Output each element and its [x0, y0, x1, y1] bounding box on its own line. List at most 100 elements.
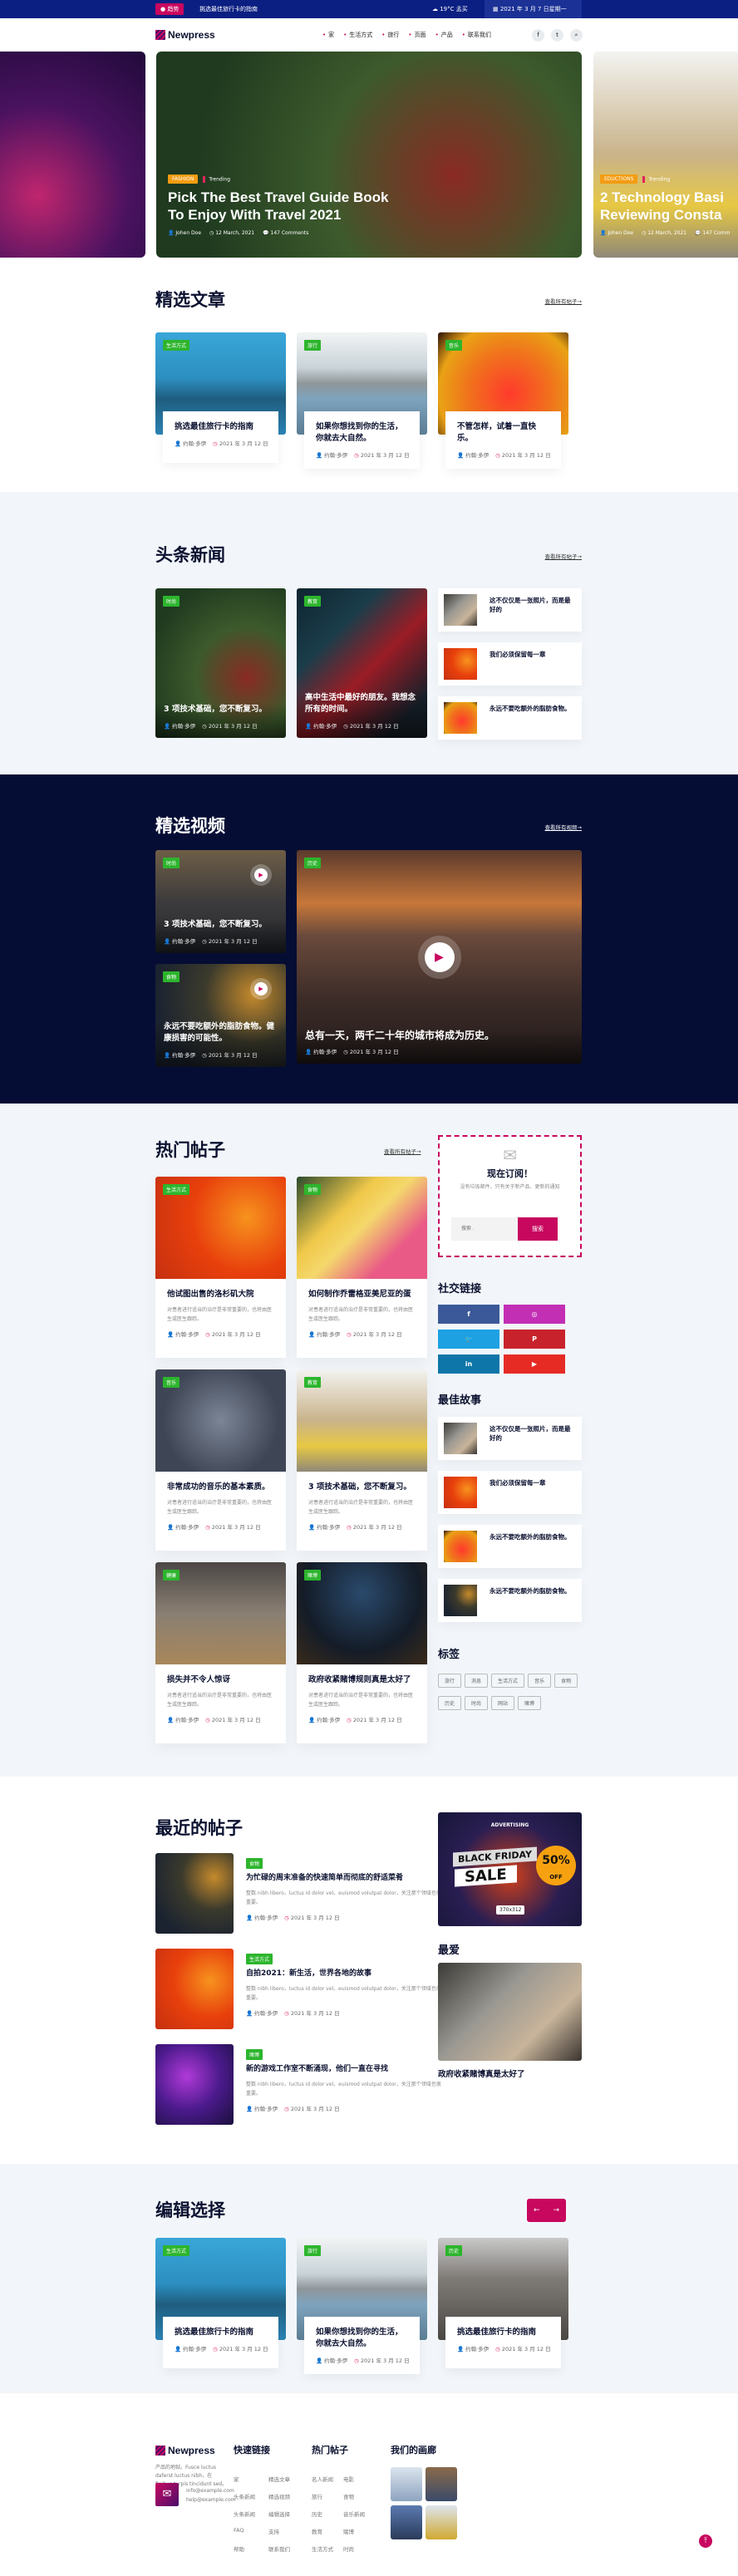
thumbnail[interactable] — [444, 648, 477, 680]
article-card[interactable]: 旅行 如果你想找到你的生活，你就去大自然。 👤 约翰·多伊 ◷ 2021 年 3 月 12… — [297, 332, 427, 469]
headline-list-item[interactable]: 永远不要吃额外的脂肪食物。 — [438, 696, 582, 740]
video-title[interactable]: 3 项技术基础，您不断复习。 — [164, 919, 278, 931]
author-name[interactable]: 约翰·多伊 — [254, 1915, 278, 1921]
category-tag[interactable]: 时尚 — [163, 596, 180, 607]
article-card[interactable]: 生活方式 挑选最佳旅行卡的指南 👤 约翰·多伊 ◷ 2021 年 3 月 12 日 — [155, 332, 286, 469]
post-image[interactable]: 音乐 — [155, 1369, 286, 1472]
gallery-image[interactable] — [391, 2505, 422, 2539]
category-tag[interactable]: 旅行 — [304, 2245, 322, 2256]
tag-chip[interactable]: 时尚 — [465, 1696, 489, 1710]
thumbnail[interactable] — [444, 702, 477, 734]
category-tag[interactable]: 生活方式 — [163, 340, 190, 351]
author[interactable]: 👤 约翰·多伊 — [175, 2344, 206, 2352]
hero-title-line[interactable]: 2 Technology Basi — [600, 189, 730, 206]
advertising-banner[interactable]: ADVERTISING BLACK FRIDAY SALE 50% OFF 370… — [438, 1812, 582, 1926]
footer-link[interactable]: 历史 — [312, 2510, 343, 2518]
play-button[interactable]: ▶ — [424, 941, 455, 972]
best-story-item[interactable]: 我们必须保留每一章 — [438, 1471, 582, 1514]
post-image[interactable]: 赌博 — [297, 1562, 427, 1664]
post-title[interactable]: 损失并不令人惊讶 — [167, 1674, 276, 1686]
post-card[interactable]: 教育 3 项技术基础，您不断复习。 对患者进行适当的治疗是非常重要的，也将由医生或医… — [297, 1369, 427, 1551]
post-card[interactable]: 赌博 政府收紧赌博规则真是太好了 对患者进行适当的治疗是非常重要的，也将由医生或医生… — [297, 1562, 427, 1743]
author-name[interactable]: 约翰·多伊 — [313, 1049, 337, 1055]
author-name[interactable]: 约翰·多伊 — [175, 1717, 199, 1723]
post-card[interactable]: 健康 损失并不令人惊讶 对患者进行适当的治疗是非常重要的，也将由医生或医生跟踪。 👤 约… — [155, 1562, 286, 1743]
footer-email[interactable]: help@example.com — [186, 2495, 236, 2505]
footer-link[interactable]: 帮助 — [234, 2544, 268, 2553]
footer-link[interactable]: 头条新闻 — [234, 2510, 268, 2518]
pinterest-icon-button[interactable]: P — [504, 1330, 565, 1349]
view-all-link[interactable]: 查看所有帖子→ — [545, 552, 582, 560]
author[interactable]: 👤 约翰·多伊 — [167, 1715, 199, 1723]
recent-post-image[interactable] — [155, 1853, 234, 1934]
author-name[interactable]: 约翰·多伊 — [465, 452, 489, 459]
favorite-caption[interactable]: 政府收紧赌博真是太好了 — [438, 2067, 525, 2079]
thumbnail[interactable] — [444, 1585, 477, 1616]
footer-link[interactable]: 时尚 — [343, 2544, 378, 2553]
article-title[interactable]: 高中生活中最好的朋友。我想念所有的时间。 — [305, 692, 419, 715]
trending-headline-link[interactable]: 挑选最佳旅行卡的指南 — [199, 0, 258, 18]
video-card[interactable]: 食物 ▶ 永远不要吃额外的脂肪食物。健康损害的可能性。 👤 约翰·多伊 ◷ 2021 年 3… — [155, 964, 286, 1067]
post-title[interactable]: 政府收紧赌博规则真是太好了 — [308, 1674, 417, 1686]
category-tag[interactable]: 旅行 — [304, 340, 322, 351]
tag-chip[interactable]: 生活方式 — [491, 1674, 525, 1688]
author-name[interactable]: 约翰·多伊 — [317, 1524, 340, 1531]
hero-slide-next[interactable]: EDUCTIONS Trending 2 Technology Basi Revi… — [593, 52, 738, 258]
post-title[interactable]: 非常成功的音乐的基本素质。 — [167, 1482, 276, 1493]
category-tag[interactable]: FASHION — [168, 175, 199, 184]
post-image[interactable]: 生活方式 — [155, 1177, 286, 1279]
article-title[interactable]: 如果你想找到你的生活，你就去大自然。 — [316, 421, 408, 445]
comments-count[interactable]: 💬 147 Comm — [695, 230, 730, 236]
hero-title-line[interactable]: Pick The Best Travel Guide Book — [168, 189, 388, 206]
category-tag[interactable]: 教育 — [304, 1377, 322, 1388]
post-image[interactable]: 教育 — [297, 1369, 427, 1472]
author[interactable]: 👤 约翰·多伊 — [167, 1522, 199, 1531]
author[interactable]: 👤 约翰·多伊 — [305, 1047, 337, 1055]
category-tag[interactable]: 历史 — [445, 2245, 463, 2256]
category-tag[interactable]: 赌博 — [246, 2049, 263, 2060]
article-title[interactable]: 挑选最佳旅行卡的指南 — [175, 421, 267, 433]
footer-link[interactable]: 精选视频 — [268, 2492, 303, 2500]
post-title[interactable]: 如何制作乔雷格亚美尼亚的蛋 — [308, 1289, 417, 1300]
author[interactable]: 👤 约翰·多伊 — [164, 721, 195, 730]
author-name[interactable]: 约翰·多伊 — [183, 440, 206, 447]
recent-post-image[interactable] — [155, 1949, 234, 2029]
author-name[interactable]: 约翰·多伊 — [172, 1052, 195, 1059]
author-name[interactable]: 约翰·多伊 — [324, 2357, 347, 2364]
nav-item[interactable]: • 产品 — [435, 18, 453, 52]
footer-link[interactable]: 旅行 — [312, 2492, 343, 2500]
author[interactable]: 👤 约翰·多伊 — [305, 721, 337, 730]
footer-link[interactable]: 食物 — [343, 2492, 378, 2500]
view-all-videos-link[interactable]: 查看所有视频→ — [545, 823, 582, 831]
footer-link[interactable]: 家 — [234, 2475, 268, 2483]
view-all-link[interactable]: 查看所有帖子→ — [384, 1147, 421, 1155]
author[interactable]: 👤 Johen Doe — [168, 230, 201, 236]
author-name[interactable]: 约翰·多伊 — [175, 1524, 199, 1531]
post-title[interactable]: 他试图出售的洛杉矶大院 — [167, 1289, 276, 1300]
instagram-icon-button[interactable]: ◎ — [504, 1305, 565, 1324]
tag-chip[interactable]: 食物 — [554, 1674, 578, 1688]
recent-post-title[interactable]: 为忙碌的周末准备的快速简单而彻底的舒适菜肴 — [246, 1872, 445, 1884]
facebook-icon-button[interactable]: f — [438, 1305, 499, 1324]
author[interactable]: 👤 约翰·多伊 — [308, 1522, 340, 1531]
category-tag[interactable]: 生活方式 — [163, 2245, 190, 2256]
category-tag[interactable]: 食物 — [163, 971, 180, 982]
subscribe-button[interactable]: 搜索 — [518, 1217, 558, 1241]
category-tag[interactable]: 食物 — [304, 1184, 322, 1195]
author[interactable]: 👤 约翰·多伊 — [457, 450, 489, 459]
author[interactable]: 👤 约翰·多伊 — [246, 1913, 278, 1921]
nav-item[interactable]: • 联系我们 — [462, 18, 491, 52]
video-title[interactable]: 总有一天，两千二十年的城市将成为历史。 — [305, 1030, 573, 1041]
item-title[interactable]: 这不仅仅是一张照片，而是最好的 — [490, 596, 575, 614]
thumbnail[interactable] — [444, 1531, 477, 1562]
author-name[interactable]: 约翰·多伊 — [313, 723, 337, 730]
gallery-image[interactable] — [426, 2505, 457, 2539]
author[interactable]: 👤 约翰·多伊 — [246, 2104, 278, 2112]
article-card[interactable]: 旅行 如果你想找到你的生活，你就去大自然。 👤 约翰·多伊 ◷ 2021 年 3 月 12… — [297, 2238, 427, 2375]
author-name[interactable]: 约翰·多伊 — [183, 2346, 206, 2352]
recent-post-title[interactable]: 新的游戏工作室不断涌现，他们一直在寻找 — [246, 2063, 445, 2075]
facebook-icon[interactable]: f — [532, 29, 544, 42]
nav-item[interactable]: • 家 — [322, 18, 334, 52]
back-to-top-button[interactable]: ⤒ — [699, 2534, 712, 2548]
tag-chip[interactable]: 赌博 — [518, 1696, 542, 1710]
